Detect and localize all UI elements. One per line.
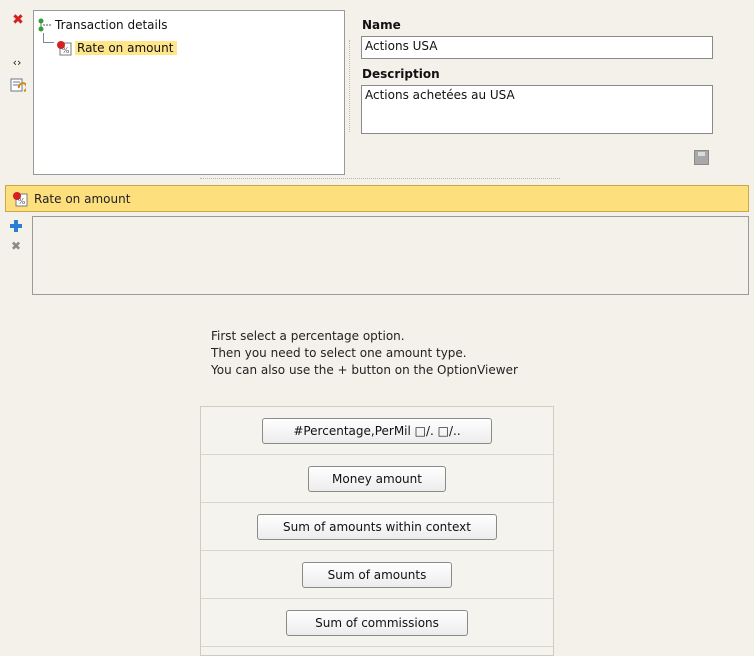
delete-icon[interactable]: ✖ xyxy=(10,12,26,28)
percentage-button[interactable]: #Percentage,PerMil □/. □/.. xyxy=(262,417,492,444)
list-item: Money amount xyxy=(201,455,553,503)
tree-root-icon xyxy=(37,18,53,32)
sum-commissions-button[interactable]: Sum of commissions xyxy=(286,609,468,636)
tree-root-label: Transaction details xyxy=(55,18,168,32)
option-button-list: #Percentage,PerMil □/. □/.. Money amount… xyxy=(200,406,554,656)
money-amount-button[interactable]: Money amount xyxy=(308,465,446,492)
hint-line: First select a percentage option. xyxy=(211,329,405,343)
list-item: Sum of commissions xyxy=(201,599,553,647)
svg-text:%: % xyxy=(62,46,70,55)
name-label: Name xyxy=(362,18,401,32)
hint-line: Then you need to select one amount type. xyxy=(211,346,467,360)
svg-text:%: % xyxy=(18,197,26,206)
tree-root[interactable]: Transaction details xyxy=(37,16,167,34)
section-title: Rate on amount xyxy=(34,191,131,206)
list-item: #Percentage,PerMil □/. □/.. xyxy=(201,407,553,455)
add-icon[interactable] xyxy=(9,219,23,233)
description-label: Description xyxy=(362,67,440,81)
sum-amounts-button[interactable]: Sum of amounts xyxy=(302,561,452,588)
remove-icon[interactable]: ✖ xyxy=(8,238,24,254)
tree-child[interactable]: % Rate on amount xyxy=(56,39,178,57)
section-header: % Rate on amount xyxy=(5,185,749,212)
list-item: Sum of amounts within context xyxy=(201,503,553,551)
refresh-icon[interactable] xyxy=(10,78,28,94)
horizontal-splitter[interactable] xyxy=(200,178,560,180)
rate-icon: % xyxy=(12,191,28,207)
vertical-splitter[interactable] xyxy=(349,40,352,132)
hint-text: First select a percentage option. Then y… xyxy=(211,328,518,379)
tree-branch-line xyxy=(43,33,54,43)
save-icon[interactable] xyxy=(694,150,709,165)
list-item: Sum of amounts xyxy=(201,551,553,599)
tree-child-label: Rate on amount xyxy=(75,41,178,55)
hint-line: You can also use the + button on the Opt… xyxy=(211,363,518,377)
expand-collapse-icon[interactable]: ‹› xyxy=(9,54,25,70)
sum-amounts-context-button[interactable]: Sum of amounts within context xyxy=(257,513,497,540)
option-viewer[interactable] xyxy=(32,216,749,295)
tree-panel: Transaction details % Rate on amount xyxy=(33,10,345,175)
rate-icon: % xyxy=(56,40,72,56)
description-field[interactable]: Actions achetées au USA xyxy=(361,85,713,134)
name-field[interactable]: Actions USA xyxy=(361,36,713,59)
